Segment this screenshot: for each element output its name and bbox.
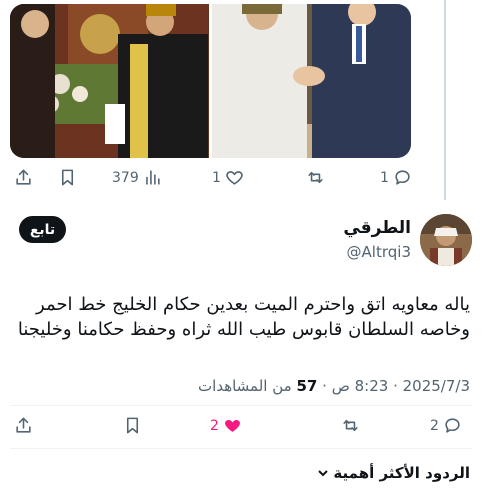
tweet-time[interactable]: 8:23 ص	[332, 377, 389, 395]
avatar[interactable]	[420, 214, 472, 266]
likes-count-main: 2	[210, 417, 219, 434]
photo-right-illustration	[212, 4, 411, 158]
share-button[interactable]	[14, 168, 33, 187]
heart-filled-icon	[224, 419, 240, 432]
reply-button[interactable]: 1	[380, 168, 412, 187]
top-action-bar: 379 1 1	[0, 163, 482, 193]
like-button-main[interactable]: 2	[210, 416, 242, 435]
author-handle[interactable]: @Altrqi3	[347, 243, 411, 261]
views-button[interactable]: 379	[112, 168, 162, 187]
reply-button-main[interactable]: 2	[430, 416, 462, 435]
replies-sort-label: الردود الأكثر أهمية	[333, 464, 470, 482]
divider-top	[10, 405, 472, 406]
meta-separator: ·	[393, 377, 398, 395]
reply-icon	[445, 418, 460, 433]
views-label: من المشاهدات	[198, 377, 292, 395]
tweet-meta: 2025/7/3 · 8:23 ص · 57 من المشاهدات	[198, 377, 470, 395]
tweet-line-1: ياله معاويه اتق واحترم الميت بعدين حكام …	[36, 294, 470, 315]
divider-bottom	[10, 448, 472, 449]
share-icon	[16, 169, 31, 185]
retweet-button-main[interactable]	[341, 416, 360, 435]
bottom-action-bar: 2 2	[0, 411, 482, 441]
photo-left-illustration	[10, 4, 209, 158]
reply-icon	[395, 170, 410, 185]
likes-count: 1	[212, 169, 221, 186]
meta-separator-2: ·	[322, 377, 327, 395]
views-count: 379	[112, 169, 139, 186]
views-icon	[145, 170, 160, 185]
replies-count: 1	[380, 169, 389, 186]
photo-left[interactable]	[10, 4, 209, 158]
retweet-icon	[343, 419, 358, 432]
tweet-date[interactable]: 2025/7/3	[403, 377, 470, 395]
avatar-image	[420, 214, 472, 266]
replies-sort-dropdown[interactable]: الردود الأكثر أهمية	[317, 464, 470, 482]
retweet-button[interactable]	[306, 168, 325, 187]
bookmark-button-main[interactable]	[123, 416, 142, 435]
media-grid[interactable]	[10, 4, 411, 158]
replies-count-main: 2	[430, 417, 439, 434]
retweet-icon	[308, 171, 323, 184]
author-display-name[interactable]: الطرقي	[343, 218, 411, 238]
tweet-line-2: وخاصه السلطان قابوس طيب الله ثراه وحفظ ح…	[17, 319, 470, 340]
chevron-down-icon	[318, 470, 329, 477]
bookmark-icon	[126, 417, 139, 434]
tweet-text: ياله معاويه اتق واحترم الميت بعدين حكام …	[10, 292, 470, 342]
like-button[interactable]: 1	[212, 168, 244, 187]
follow-button[interactable]: تابع	[19, 216, 66, 243]
photo-right[interactable]	[212, 4, 411, 158]
views-number: 57	[296, 377, 318, 395]
share-icon	[16, 417, 31, 433]
heart-icon	[226, 171, 243, 185]
bookmark-icon	[61, 169, 74, 186]
bookmark-button[interactable]	[58, 168, 77, 187]
share-button-main[interactable]	[14, 416, 33, 435]
